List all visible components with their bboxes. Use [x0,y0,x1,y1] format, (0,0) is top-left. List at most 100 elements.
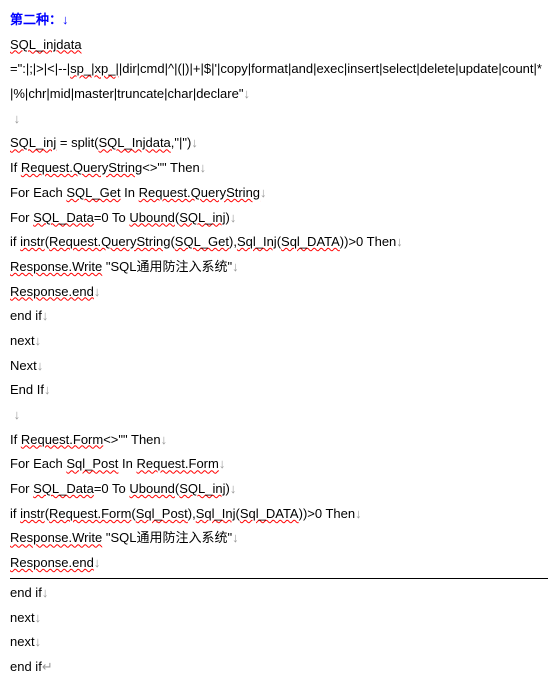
code-text: SQL_Injdata [99,135,171,150]
para-mark: ↓ [37,358,44,373]
divider [10,578,548,579]
code-line: next↓ [10,329,548,354]
code-text: ), [229,234,237,249]
code-line: if instr(Request.QueryString(SQL_Get),Sq… [10,230,548,255]
code-text: End If [10,382,44,397]
code-text: Response.Write [10,259,102,274]
code-text: In [118,456,136,471]
code-line: End If↓ [10,378,548,403]
para-mark: ↓ [219,456,226,471]
para-mark: ↓ [232,530,239,545]
code-text: instr [20,506,45,521]
para-mark: ↓ [230,481,237,496]
code-text: If [10,432,21,447]
code-text: end if [10,659,42,674]
para-mark: ↓ [396,234,403,249]
para-mark: ↓ [94,555,101,570]
code-line: For Each Sql_Post In Request.Form↓ [10,452,548,477]
code-text: Sql_Inj [237,234,277,249]
para-mark: ↓ [94,284,101,299]
para-mark: ↓ [44,382,51,397]
code-text: instr [20,234,45,249]
code-text: SQL_Get [66,185,120,200]
code-line: end if [10,655,548,680]
code-text: next [10,333,35,348]
code-text: If [10,160,21,175]
code-text: Response.Write [10,530,102,545]
code-line: Response.Write "SQL通用防注入系统"↓ [10,526,548,551]
code-line: next↓ [10,630,548,655]
para-mark: ↓ [200,160,207,175]
code-text: =0 To [94,210,130,225]
code-text: Ubound [129,210,175,225]
para-mark: ↓ [355,506,362,521]
code-line: ↓ [10,403,548,428]
heading: 第二种： [10,12,62,27]
code-text: Request.QueryString [21,160,142,175]
para-mark: ↓ [232,259,239,274]
code-line: end if↓ [10,304,548,329]
code-text: Sql_DATA [240,506,299,521]
para-mark: ↓ [35,634,42,649]
code-text: Sql_Post [66,456,118,471]
code-text: Response.end [10,555,94,570]
para-mark: ↓ [42,585,49,600]
code-line: Response.end↓ [10,551,548,576]
code-text: SQL_Get [175,234,229,249]
para-mark: ↓ [42,308,49,323]
code-text: Sql_Inj [196,506,236,521]
code-text: ), [188,506,196,521]
code-line: if instr(Request.Form(Sql_Post),Sql_Inj(… [10,502,548,527]
code-line: Next↓ [10,354,548,379]
code-text: SQL_injdata [10,37,82,52]
code-text: Request.Form [21,432,103,447]
para-mark: ↓ [14,407,21,422]
code-text: <>"" Then [103,432,160,447]
para-mark: ↓ [243,86,250,101]
code-text: Next [10,358,37,373]
code-line: For SQL_Data=0 To Ubound(SQL_inj)↓ [10,477,548,502]
code-text: ))>0 Then [340,234,397,249]
code-text: Request.QueryString [139,185,260,200]
code-text: SQL_inj [179,481,225,496]
para-mark: ↓ [230,210,237,225]
code-text: Request.Form [136,456,218,471]
code-line: next↓ [10,606,548,631]
code-line: If Request.QueryString<>"" Then↓ [10,156,548,181]
code-text: Ubound [129,481,175,496]
code-text: =0 To [94,481,130,496]
code-text: ,"|") [171,135,192,150]
code-text: sp_|xp_| [70,61,119,76]
code-text: In [121,185,139,200]
code-line: =":|;|>|<|--|sp_|xp_||dir|cmd|^|(|)|+|$|… [10,57,548,106]
code-text: SQL_inj [179,210,225,225]
code-text: next [10,610,35,625]
code-line: For Each SQL_Get In Request.QueryString↓ [10,181,548,206]
code-text: if [10,506,20,521]
code-text: For [10,481,33,496]
para-mark: ↓ [35,333,42,348]
code-text: Sql_DATA [281,234,340,249]
code-text: For Each [10,456,66,471]
code-text: "SQL通用防注入系统" [102,530,232,545]
code-text: Request.QueryString [49,234,170,249]
code-text: "SQL通用防注入系统" [102,259,232,274]
code-line: Response.end↓ [10,280,548,305]
para-mark: ↓ [62,12,69,27]
code-text: For Each [10,185,66,200]
code-text: Response.end [10,284,94,299]
code-line: ↓ [10,107,548,132]
code-line: If Request.Form<>"" Then↓ [10,428,548,453]
para-mark: ↓ [161,432,168,447]
code-text: end if [10,308,42,323]
code-text: Request.Form [49,506,131,521]
heading-line: 第二种：↓ [10,8,548,33]
code-text: = split( [56,135,98,150]
para-mark: ↓ [14,111,21,126]
para-mark: ↓ [260,185,267,200]
code-text: For [10,210,33,225]
code-text: end if [10,585,42,600]
code-line: SQL_inj = split(SQL_Injdata,"|")↓ [10,131,548,156]
code-text: <>"" Then [142,160,199,175]
para-mark: ↓ [191,135,198,150]
